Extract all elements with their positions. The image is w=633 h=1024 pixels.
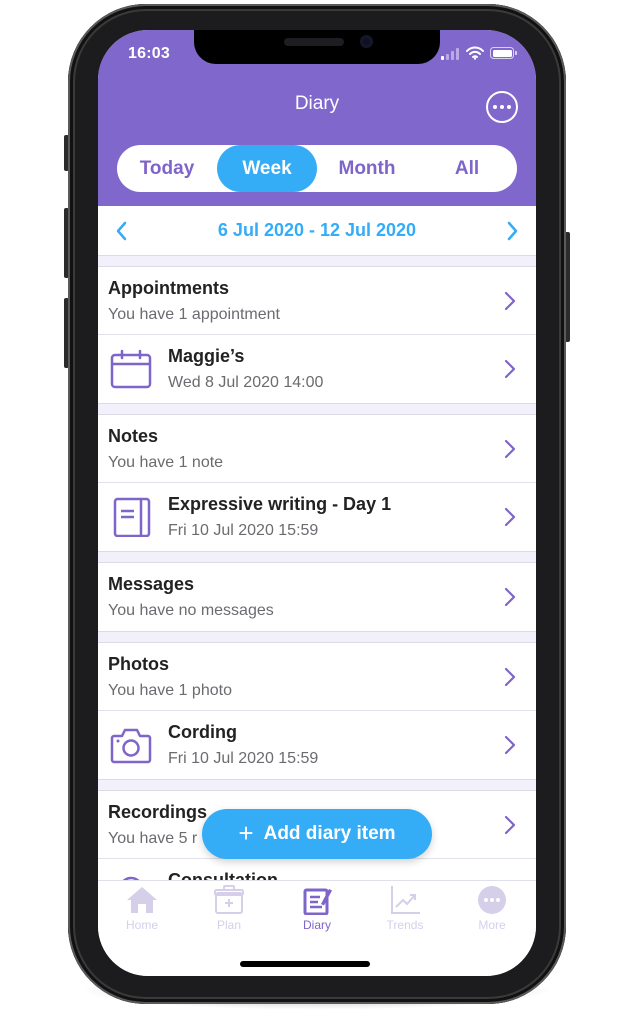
- section-header-notes[interactable]: Notes You have 1 note: [98, 415, 536, 483]
- section-subtitle: You have 1 note: [108, 454, 224, 471]
- chevron-right-icon: [504, 507, 516, 527]
- section-subtitle: You have 1 appointment: [108, 306, 280, 323]
- item-title: Cording: [168, 722, 237, 742]
- status-bar: 16:03: [98, 30, 536, 74]
- item-title: Expressive writing - Day 1: [168, 494, 392, 514]
- medical-kit-icon: [214, 885, 244, 914]
- add-diary-item-label: Add diary item: [263, 823, 396, 844]
- more-circle-icon: [478, 886, 506, 914]
- battery-icon: [490, 47, 517, 59]
- diary-edit-icon: [303, 888, 332, 915]
- list-item[interactable]: Cording Fri 10 Jul 2020 15:59: [98, 711, 536, 779]
- status-time: 16:03: [128, 45, 170, 62]
- tab-label: Diary: [302, 918, 331, 932]
- notebook-icon: [113, 497, 151, 537]
- tab-more[interactable]: More: [452, 885, 532, 943]
- chevron-right-icon: [504, 359, 516, 379]
- section-title: Recordings: [108, 802, 208, 822]
- plus-icon: +: [238, 818, 254, 848]
- section-subtitle: You have 1 photo: [108, 682, 232, 699]
- section-title: Photos: [108, 654, 169, 674]
- section-header-messages[interactable]: Messages You have no messages: [98, 563, 536, 631]
- camera-icon: [110, 728, 152, 764]
- item-title: Maggie’s: [168, 346, 245, 366]
- trend-chart-icon: [391, 886, 420, 914]
- section-notes: Notes You have 1 note Expressive writing…: [98, 414, 536, 552]
- tab-all[interactable]: All: [417, 145, 517, 192]
- item-datetime: Wed 8 Jul 2020 14:00: [168, 374, 324, 391]
- section-subtitle: You have 5 r: [108, 830, 198, 847]
- section-subtitle: You have no messages: [108, 602, 274, 619]
- period-segmented-control: Today Week Month All: [117, 145, 517, 192]
- item-datetime: Fri 10 Jul 2020 15:59: [168, 750, 319, 767]
- date-range-label: 6 Jul 2020 - 12 Jul 2020: [217, 220, 417, 240]
- tab-label: Home: [125, 918, 158, 932]
- tab-week[interactable]: Week: [217, 145, 317, 192]
- wifi-icon: [466, 46, 484, 60]
- chevron-right-icon: [504, 587, 516, 607]
- tab-label: Trends: [386, 918, 424, 932]
- calendar-icon: [110, 349, 152, 389]
- section-title: Notes: [108, 426, 159, 446]
- chevron-right-icon: [504, 667, 516, 687]
- tab-today[interactable]: Today: [117, 145, 217, 192]
- section-appointments: Appointments You have 1 appointment Magg…: [98, 266, 536, 404]
- chevron-right-icon[interactable]: [502, 220, 522, 242]
- tab-label: More: [478, 918, 506, 932]
- tab-home[interactable]: Home: [102, 885, 182, 943]
- phone-screen: 16:03 Diary Today Week Month All 6 Jul 2…: [98, 30, 536, 976]
- date-range-bar: 6 Jul 2020 - 12 Jul 2020: [98, 206, 536, 256]
- section-header-appointments[interactable]: Appointments You have 1 appointment: [98, 267, 536, 335]
- section-title: Appointments: [108, 278, 229, 298]
- tab-month[interactable]: Month: [317, 145, 417, 192]
- tab-trends[interactable]: Trends: [365, 885, 445, 943]
- item-datetime: Fri 10 Jul 2020 15:59: [168, 522, 319, 539]
- cellular-signal-icon: [441, 48, 459, 60]
- ellipsis-circle-icon[interactable]: [486, 91, 518, 123]
- home-indicator[interactable]: [240, 961, 370, 967]
- section-header-photos[interactable]: Photos You have 1 photo: [98, 643, 536, 711]
- chevron-right-icon: [504, 815, 516, 835]
- tab-diary[interactable]: Diary: [277, 885, 357, 943]
- section-photos: Photos You have 1 photo Cording Fri 10 J…: [98, 642, 536, 780]
- add-diary-item-button[interactable]: + Add diary item: [202, 809, 432, 859]
- list-item[interactable]: Expressive writing - Day 1 Fri 10 Jul 20…: [98, 483, 536, 551]
- section-messages: Messages You have no messages: [98, 562, 536, 632]
- tab-plan[interactable]: Plan: [189, 885, 269, 943]
- chevron-right-icon: [504, 291, 516, 311]
- list-item[interactable]: Maggie’s Wed 8 Jul 2020 14:00: [98, 335, 536, 403]
- chevron-right-icon: [504, 735, 516, 755]
- page-title: Diary: [294, 93, 340, 114]
- section-title: Messages: [108, 574, 195, 594]
- tab-label: Plan: [216, 918, 242, 932]
- chevron-right-icon: [504, 439, 516, 459]
- home-icon: [127, 887, 157, 913]
